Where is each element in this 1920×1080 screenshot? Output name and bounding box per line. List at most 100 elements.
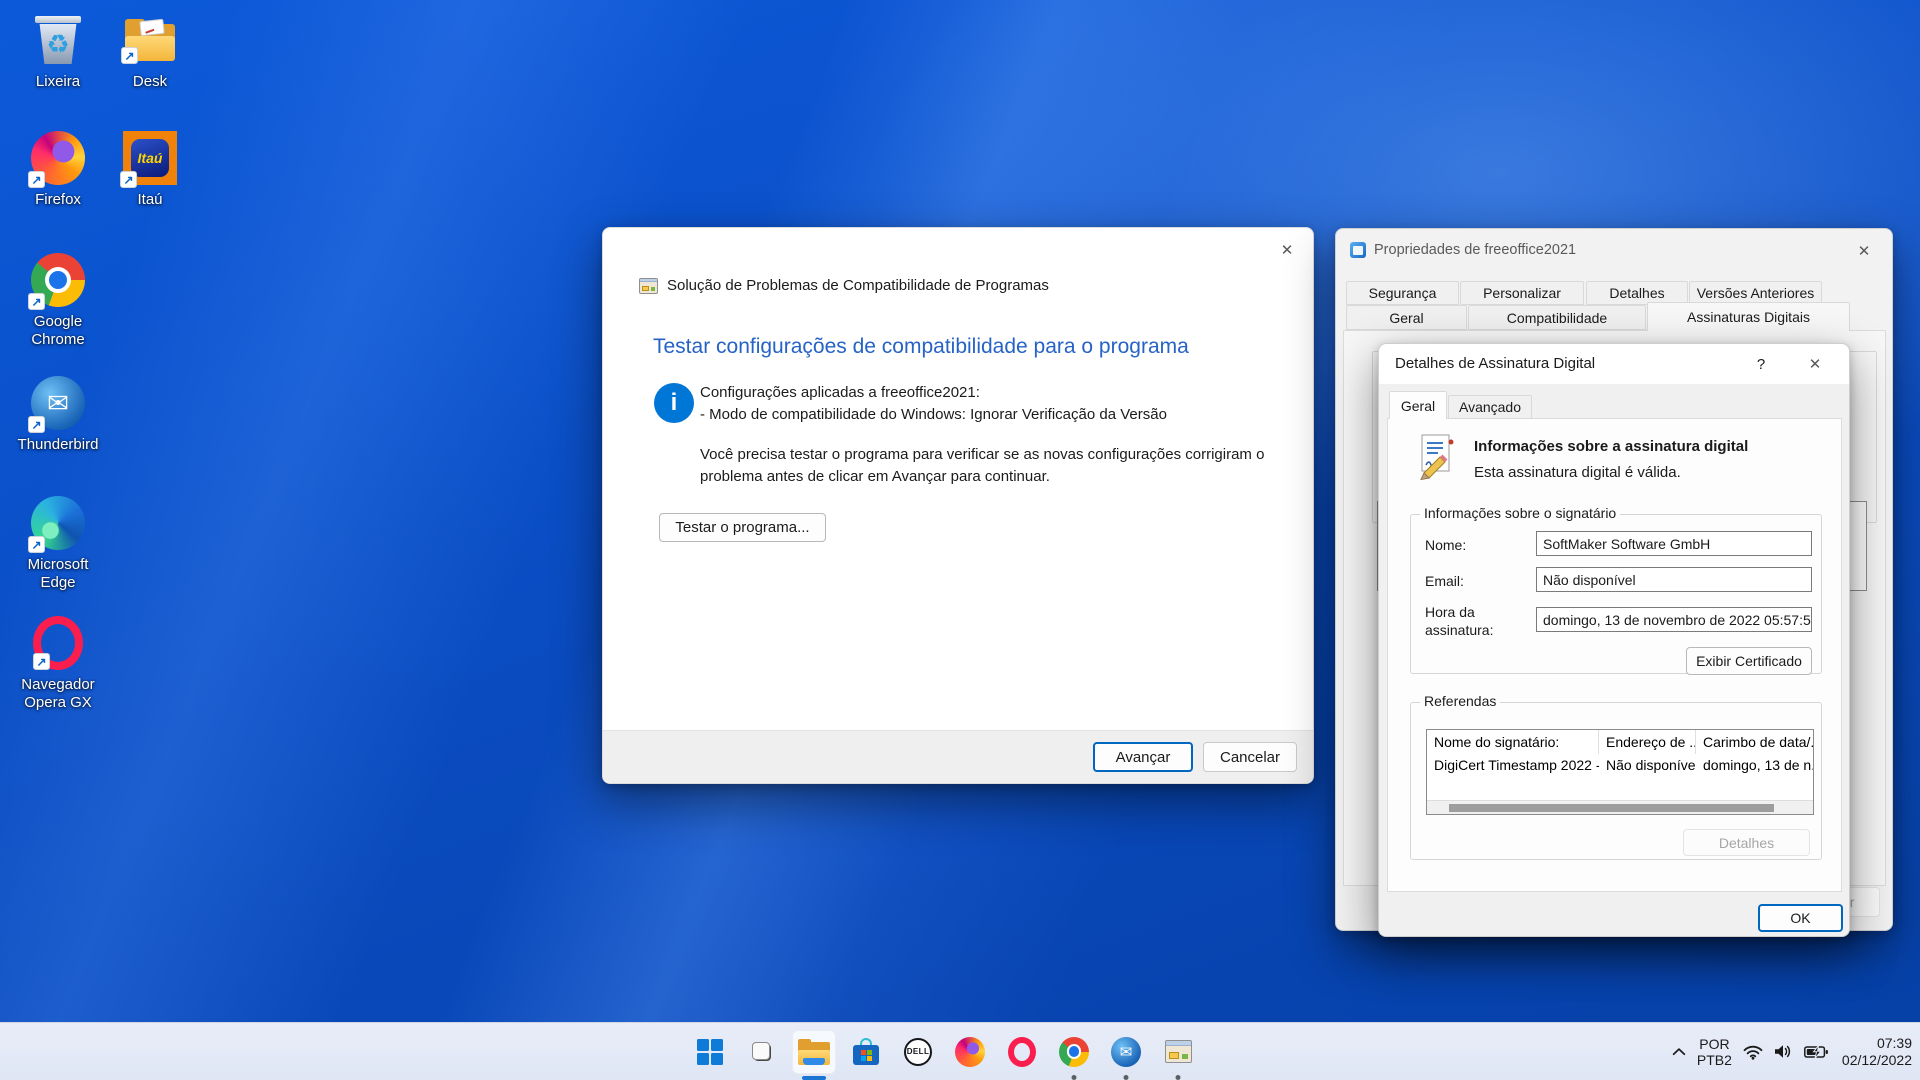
- details-button[interactable]: Detalhes: [1683, 829, 1810, 856]
- tab-assinaturas-digitais[interactable]: Assinaturas Digitais: [1647, 302, 1850, 331]
- scrollbar-thumb[interactable]: [1449, 804, 1774, 812]
- desktop-icon-label: Lixeira: [36, 73, 80, 91]
- page-title: Testar configurações de compatibilidade …: [653, 335, 1189, 359]
- close-button[interactable]: ✕: [1271, 236, 1303, 264]
- col-header-timestamp[interactable]: Carimbo de data/.: [1696, 730, 1813, 754]
- firefox-button[interactable]: [948, 1030, 992, 1074]
- properties-app-icon: [1350, 242, 1366, 258]
- task-view-icon: [745, 1035, 779, 1069]
- geral-tab-page: Informações sobre a assinatura digital E…: [1387, 418, 1842, 892]
- signature-info-title: Informações sobre a assinatura digital: [1474, 438, 1748, 455]
- date: 02/12/2022: [1842, 1052, 1912, 1069]
- signing-time-field[interactable]: domingo, 13 de novembro de 2022 05:57:51: [1536, 607, 1812, 632]
- help-button[interactable]: ?: [1745, 350, 1777, 378]
- view-certificate-button[interactable]: Exibir Certificado: [1686, 647, 1812, 675]
- language-indicator[interactable]: POR PTB2: [1697, 1036, 1732, 1068]
- tab-geral[interactable]: Geral: [1389, 391, 1447, 419]
- dell-button[interactable]: DELL: [896, 1030, 940, 1074]
- opera-gx-icon: [1008, 1037, 1036, 1067]
- desktop-icon-label: Google Chrome: [10, 313, 106, 349]
- firefox-icon: ↗: [30, 130, 86, 186]
- thunderbird-icon: ✉ ↗: [30, 375, 86, 431]
- countersignatures-table[interactable]: Nome do signatário: Endereço de ... Cari…: [1426, 729, 1814, 815]
- cancel-button[interactable]: Cancelar: [1203, 742, 1297, 772]
- desktop-icon-firefox[interactable]: ↗ Firefox: [10, 130, 106, 209]
- microsoft-store-button[interactable]: [844, 1030, 888, 1074]
- close-icon: ✕: [1281, 241, 1294, 259]
- name-field[interactable]: SoftMaker Software GmbH: [1536, 531, 1812, 556]
- close-button[interactable]: ✕: [1799, 350, 1831, 378]
- desktop-icon-thunderbird[interactable]: ✉ ↗ Thunderbird: [10, 375, 106, 454]
- close-icon: ✕: [1858, 242, 1871, 260]
- desktop: ♻ Lixeira ↗ Desk ↗ Firefox Itaú ↗ Itaú ↗: [0, 0, 1920, 1080]
- desktop-icon-chrome[interactable]: ↗ Google Chrome: [10, 252, 106, 349]
- signature-valid-text: Esta assinatura digital é válida.: [1474, 464, 1681, 481]
- applied-settings-line2: - Modo de compatibilidade do Windows: Ig…: [700, 404, 1167, 426]
- system-tray: POR PTB2 07:39 02/12/: [1672, 1023, 1912, 1080]
- tab-seguranca[interactable]: Segurança: [1346, 281, 1459, 305]
- col-header-signer-name[interactable]: Nome do signatário:: [1427, 730, 1599, 754]
- cell-timestamp: domingo, 13 de n.: [1696, 754, 1813, 776]
- tab-avancado[interactable]: Avançado: [1448, 395, 1532, 419]
- shortcut-arrow-icon: ↗: [28, 293, 45, 310]
- running-app-indicator: [1124, 1075, 1129, 1080]
- taskbar-icons: DELL ✉: [688, 1023, 1200, 1080]
- hidden-icons-chevron-icon[interactable]: [1672, 1047, 1686, 1056]
- troubleshooter-window-icon: [639, 278, 658, 294]
- recycle-bin-icon: ♻: [30, 12, 86, 68]
- time: 07:39: [1842, 1035, 1912, 1052]
- cell-email: Não disponível: [1599, 754, 1696, 776]
- file-explorer-button[interactable]: [792, 1030, 836, 1074]
- running-app-indicator: [1176, 1075, 1181, 1080]
- close-icon: ✕: [1809, 355, 1822, 373]
- envelope-glyph: ✉: [1120, 1043, 1133, 1061]
- horizontal-scrollbar[interactable]: [1427, 800, 1813, 814]
- file-explorer-icon: [798, 1039, 830, 1065]
- desktop-icon-desk[interactable]: ↗ Desk: [102, 12, 198, 91]
- wifi-icon[interactable]: [1743, 1044, 1763, 1060]
- desktop-icon-recycle-bin[interactable]: ♻ Lixeira: [10, 12, 106, 91]
- clock[interactable]: 07:39 02/12/2022: [1842, 1035, 1912, 1069]
- envelope-glyph: ✉: [47, 388, 69, 419]
- tab-compatibilidade[interactable]: Compatibilidade: [1468, 305, 1646, 330]
- running-app-indicator: [1072, 1075, 1077, 1080]
- troubleshooter-window: ✕ Solução de Problemas de Compatibilidad…: [602, 227, 1314, 784]
- ok-button[interactable]: OK: [1758, 904, 1843, 932]
- start-button[interactable]: [688, 1030, 732, 1074]
- chrome-button[interactable]: [1052, 1030, 1096, 1074]
- table-row[interactable]: DigiCert Timestamp 2022 - 2 Não disponív…: [1427, 754, 1813, 776]
- countersignatures-group: Referendas Nome do signatário: Endereço …: [1410, 702, 1822, 860]
- next-button[interactable]: Avançar: [1093, 742, 1193, 772]
- task-view-button[interactable]: [740, 1030, 784, 1074]
- signer-info-group: Informações sobre o signatário Nome: Sof…: [1410, 514, 1822, 674]
- firefox-icon: [955, 1037, 985, 1067]
- desktop-icon-itau[interactable]: Itaú ↗ Itaú: [102, 130, 198, 209]
- close-button[interactable]: ✕: [1848, 237, 1880, 265]
- test-program-button[interactable]: Testar o programa...: [659, 513, 826, 542]
- itau-logo-text: Itaú: [131, 139, 169, 177]
- thunderbird-button[interactable]: ✉: [1104, 1030, 1148, 1074]
- applied-settings-line1: Configurações aplicadas a freeoffice2021…: [700, 382, 1167, 404]
- cell-signer-name: DigiCert Timestamp 2022 - 2: [1427, 754, 1599, 776]
- active-window-indicator: [802, 1076, 826, 1080]
- window-title: Propriedades de freeoffice2021: [1374, 242, 1576, 258]
- signed-document-icon: [1414, 432, 1462, 480]
- compatibility-troubleshooter-icon: [1165, 1040, 1192, 1063]
- desktop-icon-opera-gx[interactable]: ↗ Navegador Opera GX: [10, 615, 106, 712]
- volume-icon[interactable]: [1774, 1044, 1793, 1059]
- email-label: Email:: [1425, 572, 1464, 590]
- battery-charging-icon[interactable]: [1804, 1045, 1829, 1059]
- desktop-icon-edge[interactable]: ↗ Microsoft Edge: [10, 495, 106, 592]
- opera-gx-icon: ↗: [30, 615, 86, 671]
- opera-gx-button[interactable]: [1000, 1030, 1044, 1074]
- email-field[interactable]: Não disponível: [1536, 567, 1812, 592]
- desktop-icon-label: Microsoft Edge: [10, 556, 106, 592]
- col-header-email[interactable]: Endereço de ...: [1599, 730, 1696, 754]
- compatibility-troubleshooter-button[interactable]: [1156, 1030, 1200, 1074]
- tab-geral[interactable]: Geral: [1346, 305, 1467, 330]
- window-header: Solução de Problemas de Compatibilidade …: [639, 277, 1049, 294]
- chrome-icon: [1059, 1037, 1089, 1067]
- help-icon: ?: [1757, 356, 1765, 373]
- desktop-icon-label: Firefox: [35, 191, 81, 209]
- tab-personalizar[interactable]: Personalizar: [1460, 281, 1584, 305]
